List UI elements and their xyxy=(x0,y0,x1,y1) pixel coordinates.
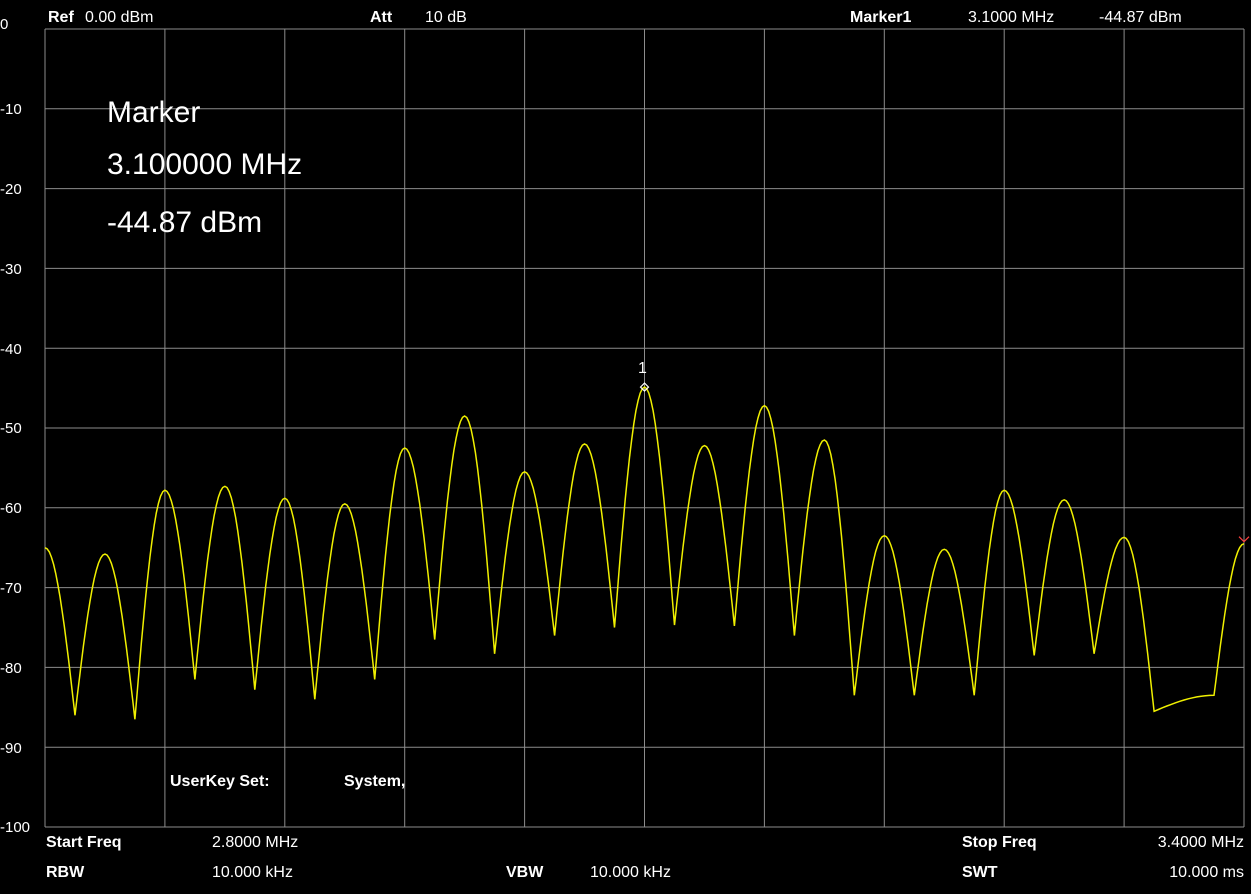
marker-readout-freq: 3.100000 MHz xyxy=(107,148,303,181)
vbw-label: VBW xyxy=(506,864,544,881)
marker-1-tag: 1 xyxy=(638,360,647,377)
spectrum-plot: 1 xyxy=(44,28,1250,828)
userkey-label: UserKey Set: xyxy=(170,773,270,790)
marker-readout-level: -44.87 dBm xyxy=(107,206,263,239)
marker-readout-title: Marker xyxy=(107,96,201,129)
start-freq-label: Start Freq xyxy=(46,834,122,851)
rbw-value: 10.000 kHz xyxy=(212,864,293,881)
swt-label: SWT xyxy=(962,864,998,881)
rbw-label: RBW xyxy=(46,864,85,881)
swt-value: 10.000 ms xyxy=(1169,864,1244,881)
stop-freq-label: Stop Freq xyxy=(962,834,1037,851)
vbw-value: 10.000 kHz xyxy=(590,864,671,881)
userkey-value: System, xyxy=(344,773,406,790)
stop-freq-value: 3.4000 MHz xyxy=(1157,834,1244,851)
start-freq-value: 2.8000 MHz xyxy=(212,834,299,851)
